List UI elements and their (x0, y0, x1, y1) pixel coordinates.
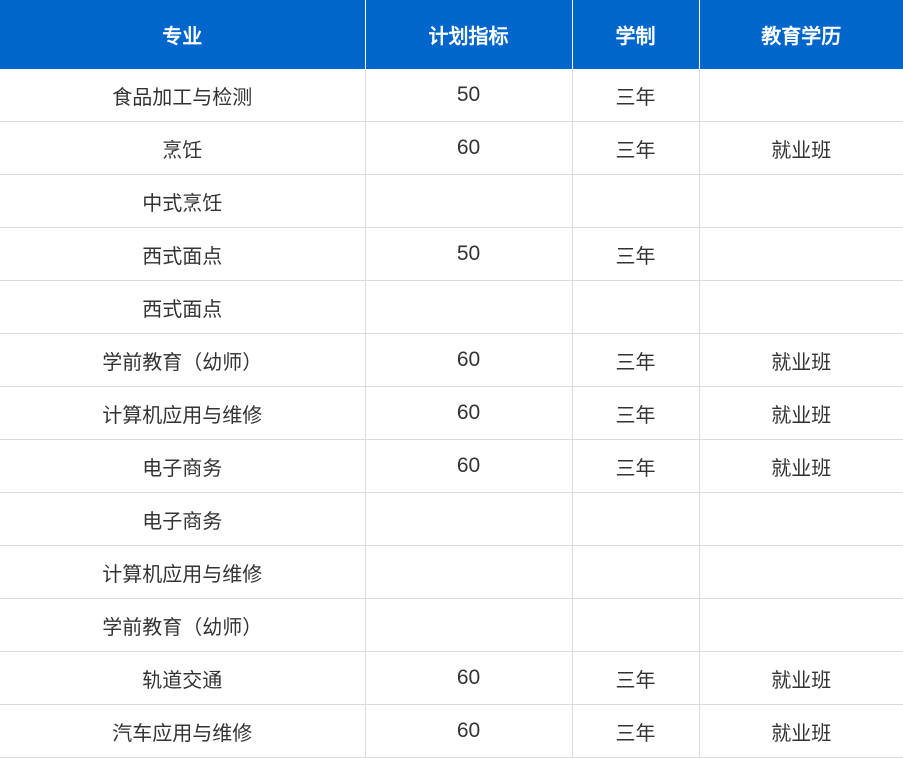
cell-major: 计算机应用与维修 (0, 386, 365, 440)
table-header: 专业 计划指标 学制 教育学历 (0, 0, 903, 69)
header-major: 专业 (0, 0, 365, 69)
table-row: 轨道交通 60 三年 就业班 (0, 651, 903, 705)
table-row: 汽车应用与维修 60 三年 就业班 (0, 704, 903, 758)
cell-education (698, 174, 903, 228)
cell-quota: 60 (364, 704, 572, 758)
cell-major: 学前教育（幼师） (0, 598, 365, 652)
cell-quota: 60 (364, 651, 572, 705)
cell-duration: 三年 (571, 386, 699, 440)
cell-education: 就业班 (698, 704, 903, 758)
cell-education (698, 227, 903, 281)
enrollment-plan-table: 专业 计划指标 学制 教育学历 食品加工与检测 50 三年 烹饪 60 三年 就… (0, 0, 903, 758)
cell-duration: 三年 (571, 227, 699, 281)
table-body: 食品加工与检测 50 三年 烹饪 60 三年 就业班 中式烹饪 西式面点 50 … (0, 69, 903, 758)
table-row: 烹饪 60 三年 就业班 (0, 121, 903, 175)
cell-quota: 50 (364, 69, 572, 122)
header-row: 专业 计划指标 学制 教育学历 (0, 0, 903, 69)
cell-education (698, 598, 903, 652)
cell-quota (364, 280, 572, 334)
cell-major: 西式面点 (0, 280, 365, 334)
cell-education: 就业班 (698, 386, 903, 440)
table-row: 电子商务 (0, 492, 903, 546)
cell-education: 就业班 (698, 439, 903, 493)
cell-duration (571, 174, 699, 228)
table-row: 计算机应用与维修 60 三年 就业班 (0, 386, 903, 440)
cell-education (698, 545, 903, 599)
cell-duration: 三年 (571, 439, 699, 493)
cell-major: 电子商务 (0, 492, 365, 546)
cell-quota: 50 (364, 227, 572, 281)
cell-major: 计算机应用与维修 (0, 545, 365, 599)
header-education: 教育学历 (698, 0, 903, 69)
cell-education: 就业班 (698, 333, 903, 387)
cell-education (698, 69, 903, 122)
cell-duration (571, 280, 699, 334)
cell-quota (364, 598, 572, 652)
cell-major: 食品加工与检测 (0, 69, 365, 122)
table-row: 食品加工与检测 50 三年 (0, 69, 903, 122)
cell-duration (571, 492, 699, 546)
cell-major: 轨道交通 (0, 651, 365, 705)
cell-quota (364, 492, 572, 546)
cell-major: 烹饪 (0, 121, 365, 175)
cell-duration: 三年 (571, 651, 699, 705)
cell-major: 学前教育（幼师） (0, 333, 365, 387)
header-quota: 计划指标 (364, 0, 572, 69)
cell-major: 汽车应用与维修 (0, 704, 365, 758)
cell-education (698, 492, 903, 546)
cell-duration: 三年 (571, 704, 699, 758)
cell-major: 中式烹饪 (0, 174, 365, 228)
cell-quota: 60 (364, 121, 572, 175)
cell-duration (571, 598, 699, 652)
table-row: 计算机应用与维修 (0, 545, 903, 599)
cell-quota (364, 545, 572, 599)
table-row: 电子商务 60 三年 就业班 (0, 439, 903, 493)
cell-duration: 三年 (571, 121, 699, 175)
cell-education (698, 280, 903, 334)
header-duration: 学制 (571, 0, 699, 69)
table-row: 西式面点 (0, 280, 903, 334)
cell-quota: 60 (364, 333, 572, 387)
cell-education: 就业班 (698, 121, 903, 175)
cell-major: 西式面点 (0, 227, 365, 281)
table-row: 学前教育（幼师） 60 三年 就业班 (0, 333, 903, 387)
cell-major: 电子商务 (0, 439, 365, 493)
cell-duration: 三年 (571, 69, 699, 122)
cell-quota (364, 174, 572, 228)
table-row: 学前教育（幼师） (0, 598, 903, 652)
cell-education: 就业班 (698, 651, 903, 705)
cell-duration: 三年 (571, 333, 699, 387)
table-row: 中式烹饪 (0, 174, 903, 228)
table-row: 西式面点 50 三年 (0, 227, 903, 281)
cell-duration (571, 545, 699, 599)
cell-quota: 60 (364, 439, 572, 493)
cell-quota: 60 (364, 386, 572, 440)
